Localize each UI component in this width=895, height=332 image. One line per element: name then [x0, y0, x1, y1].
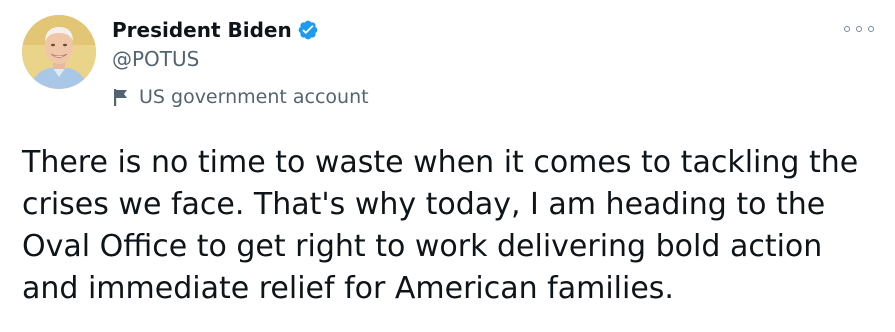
author-handle[interactable]: @POTUS [112, 47, 199, 71]
more-options-button[interactable] [844, 19, 874, 39]
tweet-text-line: Oval Office to get right to work deliver… [22, 229, 823, 264]
more-options-icon [844, 26, 850, 32]
tweet-text-line: crises we face. That's why today, I am h… [22, 187, 826, 222]
tweet-text: There is no time to waste when it comes … [22, 142, 882, 310]
tweet-text-line: There is no time to waste when it comes … [22, 145, 859, 180]
author-display-name[interactable]: President Biden [112, 18, 292, 42]
more-options-icon [868, 26, 874, 32]
tweet-text-line: and immediate relief for American famili… [22, 271, 674, 306]
avatar[interactable] [22, 15, 96, 89]
verified-badge-icon [297, 19, 319, 41]
flag-icon [112, 87, 130, 107]
tweet-card: President Biden @POTUS US government acc… [0, 0, 895, 332]
account-label[interactable]: US government account [112, 84, 369, 110]
more-options-icon [856, 26, 862, 32]
author-name-row: President Biden [112, 16, 319, 44]
account-label-text: US government account [139, 86, 369, 108]
avatar-image [22, 15, 96, 89]
